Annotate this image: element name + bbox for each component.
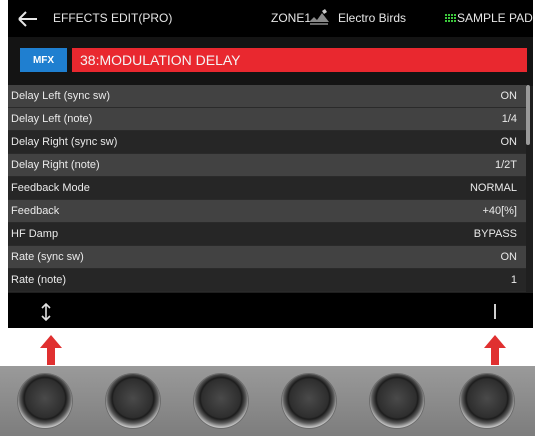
param-value: BYPASS	[473, 228, 517, 240]
param-label: Delay Right (note)	[11, 159, 100, 171]
param-value: NORMAL	[469, 182, 517, 194]
param-label: Rate (note)	[11, 274, 67, 286]
cursor-bar-icon	[494, 304, 496, 319]
mfx-button[interactable]: MFX	[20, 48, 67, 72]
param-label: Delay Left (sync sw)	[11, 90, 111, 102]
tone-name: Electro Birds	[338, 11, 407, 25]
parameter-list: Delay Left (sync sw) ON Delay Left (note…	[8, 85, 526, 292]
param-value: +40[%]	[482, 205, 517, 217]
encoder-knob[interactable]	[106, 374, 160, 428]
scrollbar[interactable]	[526, 85, 530, 145]
param-value: ON	[500, 136, 518, 148]
bottom-bar	[8, 293, 533, 328]
sample-pad-text: SAMPLE PAD	[457, 11, 533, 25]
screen-title: EFFECTS EDIT(PRO)	[53, 11, 173, 25]
display-screen: EFFECTS EDIT(PRO) ZONE1 Electro Birds SA…	[8, 0, 533, 328]
back-arrow-icon[interactable]	[8, 0, 48, 37]
top-bar: EFFECTS EDIT(PRO) ZONE1 Electro Birds SA…	[8, 0, 533, 37]
param-row[interactable]: Feedback Mode NORMAL	[8, 177, 526, 200]
zone-label: ZONE1	[271, 11, 312, 25]
param-label: Feedback Mode	[11, 182, 90, 194]
param-row[interactable]: Feedback +40[%]	[8, 200, 526, 223]
encoder-knob[interactable]	[460, 374, 514, 428]
param-label: Delay Left (note)	[11, 113, 93, 125]
tone-category-icon	[309, 9, 329, 25]
param-label: Feedback	[11, 205, 60, 217]
encoder-knob[interactable]	[194, 374, 248, 428]
encoder-knob[interactable]	[370, 374, 424, 428]
param-label: Rate (sync sw)	[11, 251, 84, 263]
param-label: Delay Right (sync sw)	[11, 136, 118, 148]
param-value: 1/4	[501, 113, 517, 125]
up-down-arrow-icon	[41, 303, 51, 321]
param-row[interactable]: Rate (sync sw) ON	[8, 246, 526, 269]
param-row[interactable]: Rate (note) 1	[8, 269, 526, 292]
sample-pad-label[interactable]: SAMPLE PAD	[445, 11, 533, 25]
param-row[interactable]: Delay Left (sync sw) ON	[8, 85, 526, 108]
up-pointer-arrow-icon	[484, 335, 506, 365]
param-value: 1/2T	[494, 159, 517, 171]
param-value: ON	[500, 90, 518, 102]
param-row[interactable]: Delay Right (note) 1/2T	[8, 154, 526, 177]
encoder-knob[interactable]	[282, 374, 336, 428]
sample-pad-grid-icon	[445, 14, 456, 22]
knob-strip	[0, 366, 535, 436]
param-label: HF Damp	[11, 228, 59, 240]
effect-type-field[interactable]: 38:MODULATION DELAY	[72, 48, 527, 72]
up-pointer-arrow-icon	[40, 335, 62, 365]
param-row[interactable]: HF Damp BYPASS	[8, 223, 526, 246]
param-value: ON	[500, 251, 518, 263]
param-row[interactable]: Delay Left (note) 1/4	[8, 108, 526, 131]
param-value: 1	[510, 274, 517, 286]
param-row[interactable]: Delay Right (sync sw) ON	[8, 131, 526, 154]
encoder-knob[interactable]	[18, 374, 72, 428]
